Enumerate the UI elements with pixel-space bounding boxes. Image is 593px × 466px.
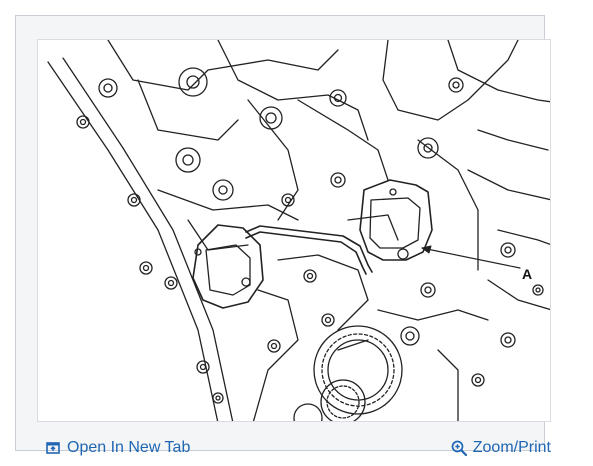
open-new-tab-icon (45, 440, 61, 456)
zoom-icon (451, 440, 467, 456)
zoom-print-link[interactable]: Zoom/Print (451, 439, 551, 457)
image-card: A Open In New Tab Zoom/Print (15, 15, 551, 456)
image-footer: Open In New Tab Zoom/Print (32, 428, 560, 466)
engine-diagram: A (37, 39, 551, 422)
open-new-tab-label: Open In New Tab (67, 439, 191, 456)
open-new-tab-link[interactable]: Open In New Tab (45, 439, 190, 457)
callout-label-a: A (522, 266, 533, 282)
zoom-print-label: Zoom/Print (472, 439, 551, 456)
engine-line-drawing (47, 40, 550, 421)
